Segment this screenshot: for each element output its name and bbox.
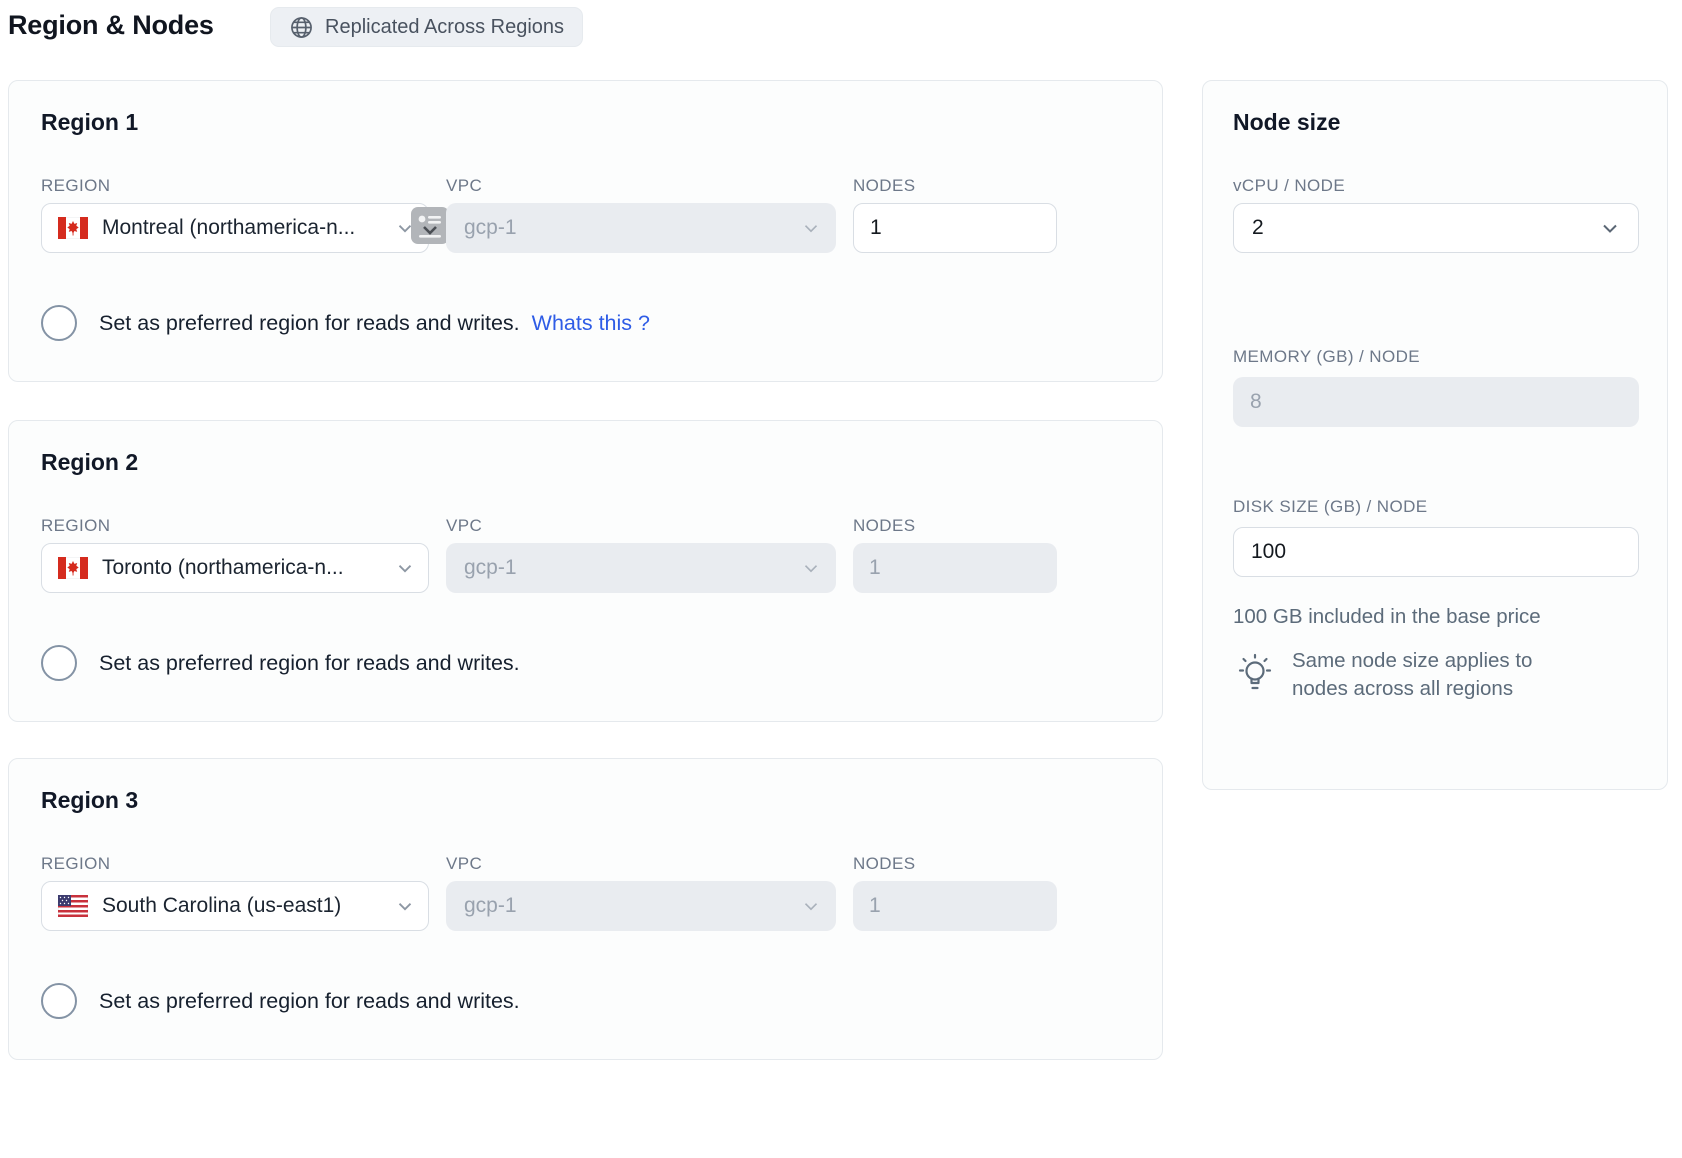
memory-input	[1233, 377, 1639, 427]
vcpu-value: 2	[1252, 216, 1598, 240]
region-2-preferred-radio[interactable]	[41, 645, 77, 681]
region-2-vpc-value: gcp-1	[464, 556, 800, 580]
node-size-note: Same node size applies to nodes across a…	[1233, 647, 1592, 703]
region-label: REGION	[41, 854, 110, 874]
chevron-down-icon	[800, 895, 822, 917]
canada-flag-icon	[58, 217, 88, 239]
region-3-preferred-radio[interactable]	[41, 983, 77, 1019]
lightbulb-icon	[1233, 647, 1277, 697]
region-3-heading: Region 3	[41, 787, 138, 814]
whats-this-link[interactable]: Whats this ?	[532, 311, 650, 336]
vpc-label: VPC	[446, 176, 482, 196]
disk-helper-text: 100 GB included in the base price	[1233, 605, 1541, 629]
region-3-region-value: South Carolina (us-east1)	[102, 894, 380, 918]
page-title: Region & Nodes	[8, 10, 214, 41]
replication-badge: Replicated Across Regions	[270, 7, 583, 47]
us-flag-icon	[58, 895, 88, 917]
region-1-preferred-label: Set as preferred region for reads and wr…	[99, 311, 520, 336]
vcpu-label: vCPU / NODE	[1233, 176, 1345, 196]
node-size-note-text: Same node size applies to nodes across a…	[1292, 647, 1592, 703]
region-2-vpc-select: gcp-1	[446, 543, 836, 593]
region-1-region-select[interactable]: Montreal (northamerica-n...	[41, 203, 429, 253]
globe-icon	[289, 15, 314, 40]
region-2-region-value: Toronto (northamerica-n...	[102, 556, 380, 580]
node-size-heading: Node size	[1233, 109, 1340, 136]
region-3-preferred-label: Set as preferred region for reads and wr…	[99, 989, 520, 1014]
disk-size-label: DISK SIZE (GB) / NODE	[1233, 497, 1427, 517]
canada-flag-icon	[58, 557, 88, 579]
chevron-down-icon	[800, 217, 822, 239]
cursor-overlay-icon	[411, 207, 449, 244]
disk-size-input[interactable]	[1233, 527, 1639, 577]
region-nodes-page: Region & Nodes Replicated Across Regions…	[0, 0, 1682, 1158]
region-1-nodes-input[interactable]	[853, 203, 1057, 253]
replication-badge-label: Replicated Across Regions	[325, 16, 564, 39]
region-2-region-select[interactable]: Toronto (northamerica-n...	[41, 543, 429, 593]
nodes-label: NODES	[853, 176, 915, 196]
chevron-down-icon	[394, 557, 416, 579]
node-size-card: Node size vCPU / NODE 2 MEMORY (GB) / NO…	[1202, 80, 1668, 790]
region-1-vpc-value: gcp-1	[464, 216, 800, 240]
region-2-heading: Region 2	[41, 449, 138, 476]
region-1-card: Region 1 REGION VPC NODES Montreal (nort…	[8, 80, 1163, 382]
region-label: REGION	[41, 176, 110, 196]
region-1-vpc-select: gcp-1	[446, 203, 836, 253]
vpc-label: VPC	[446, 516, 482, 536]
region-2-preferred-row: Set as preferred region for reads and wr…	[41, 645, 520, 681]
region-2-card: Region 2 REGION VPC NODES Toronto (north…	[8, 420, 1163, 722]
region-3-nodes-input	[853, 881, 1057, 931]
chevron-down-icon	[800, 557, 822, 579]
memory-label: MEMORY (GB) / NODE	[1233, 347, 1420, 367]
region-1-preferred-row: Set as preferred region for reads and wr…	[41, 305, 650, 341]
region-3-vpc-select: gcp-1	[446, 881, 836, 931]
region-1-heading: Region 1	[41, 109, 138, 136]
nodes-label: NODES	[853, 854, 915, 874]
region-1-preferred-radio[interactable]	[41, 305, 77, 341]
region-1-region-value: Montreal (northamerica-n...	[102, 216, 380, 240]
region-label: REGION	[41, 516, 110, 536]
chevron-down-icon	[394, 895, 416, 917]
region-2-nodes-input	[853, 543, 1057, 593]
chevron-down-icon	[1598, 216, 1622, 240]
region-3-region-select[interactable]: South Carolina (us-east1)	[41, 881, 429, 931]
region-3-preferred-row: Set as preferred region for reads and wr…	[41, 983, 520, 1019]
vpc-label: VPC	[446, 854, 482, 874]
region-2-preferred-label: Set as preferred region for reads and wr…	[99, 651, 520, 676]
nodes-label: NODES	[853, 516, 915, 536]
region-3-vpc-value: gcp-1	[464, 894, 800, 918]
vcpu-select[interactable]: 2	[1233, 203, 1639, 253]
region-3-card: Region 3 REGION VPC NODES	[8, 758, 1163, 1060]
